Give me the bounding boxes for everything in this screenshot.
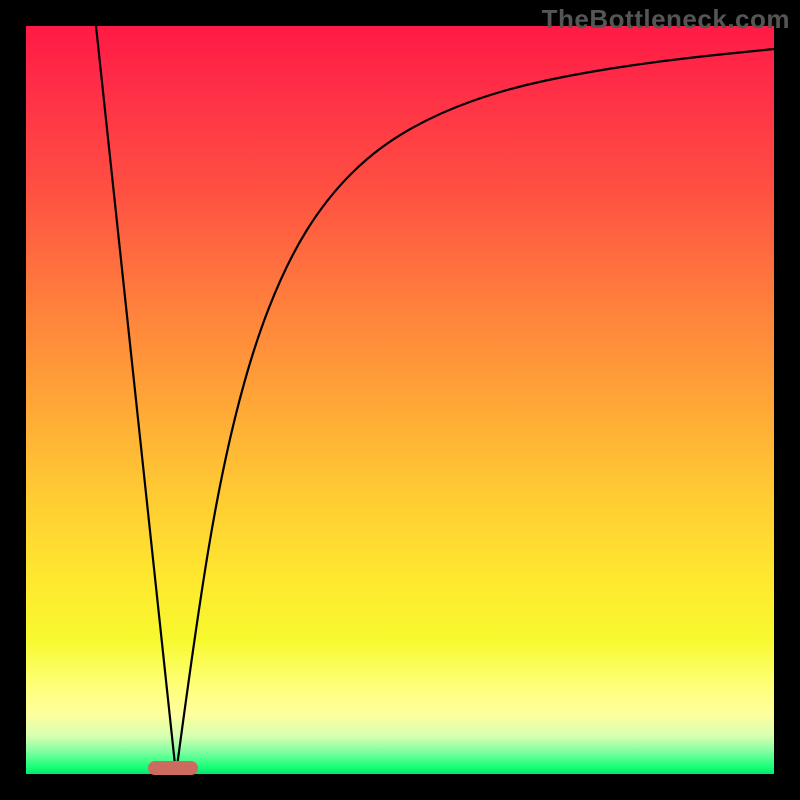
bottleneck-curve	[26, 26, 774, 774]
plot-area	[26, 26, 774, 774]
curve-left-segment	[96, 26, 176, 774]
optimal-marker	[148, 761, 198, 775]
curve-right-segment	[176, 49, 774, 774]
chart-container: TheBottleneck.com	[0, 0, 800, 800]
watermark-text: TheBottleneck.com	[542, 4, 790, 35]
